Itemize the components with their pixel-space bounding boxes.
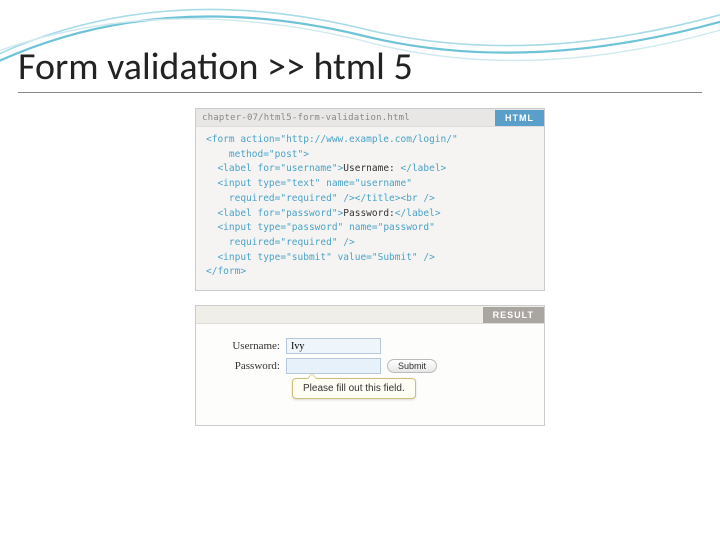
code-line: "text" — [286, 178, 320, 189]
password-input[interactable] — [286, 358, 381, 374]
validation-tooltip-wrap: Please fill out this field. — [292, 378, 528, 399]
code-line: <form action= — [206, 134, 280, 145]
code-line: "password" — [286, 222, 343, 233]
content-panels: chapter-07/html5-form-validation.html HT… — [195, 108, 545, 426]
form-row-username: Username: — [218, 338, 528, 354]
code-line: > — [303, 149, 309, 160]
code-pane-bar: chapter-07/html5-form-validation.html HT… — [196, 109, 544, 127]
code-line: /></title><br /> — [338, 193, 435, 204]
result-pane: RESULT Username: Password: Submit Please… — [195, 305, 545, 426]
code-line: "password" — [378, 222, 435, 233]
code-line: </form> — [206, 266, 246, 277]
result-body: Username: Password: Submit Please fill o… — [196, 324, 544, 405]
validation-tooltip: Please fill out this field. — [292, 378, 416, 399]
code-line: "username" — [355, 178, 412, 189]
code-line: </label> — [401, 163, 447, 174]
code-line: value= — [332, 252, 372, 263]
code-line: <label for= — [206, 163, 280, 174]
result-badge: RESULT — [483, 307, 544, 323]
title-underline — [18, 92, 702, 93]
code-highlight: Username: — [343, 163, 400, 174]
code-line: /> — [338, 237, 355, 248]
code-pane: chapter-07/html5-form-validation.html HT… — [195, 108, 545, 291]
slide-title: Form validation >> html 5 — [18, 44, 413, 90]
code-line: "post" — [269, 149, 303, 160]
code-line: "password" — [280, 208, 337, 219]
code-line: <input type= — [206, 222, 286, 233]
code-line: <input type= — [206, 252, 286, 263]
tooltip-arrow-icon — [307, 373, 317, 379]
result-pane-bar: RESULT — [196, 306, 544, 324]
submit-button[interactable]: Submit — [387, 359, 437, 373]
html-badge: HTML — [495, 110, 544, 126]
code-line: "http://www.example.com/login/" — [280, 134, 457, 145]
form-row-password: Password: Submit — [218, 358, 528, 374]
code-highlight: Password: — [343, 208, 394, 219]
code-line: "Submit" — [372, 252, 418, 263]
code-line: "required" — [280, 237, 337, 248]
code-line: "submit" — [286, 252, 332, 263]
code-line: name= — [320, 178, 354, 189]
username-label: Username: — [218, 340, 286, 352]
password-label: Password: — [218, 360, 286, 372]
code-line: method= — [206, 149, 269, 160]
code-line: <input type= — [206, 178, 286, 189]
code-line: name= — [343, 222, 377, 233]
code-line: required= — [206, 193, 280, 204]
code-line: required= — [206, 237, 280, 248]
username-input[interactable] — [286, 338, 381, 354]
code-line: <label for= — [206, 208, 280, 219]
code-line: /> — [418, 252, 435, 263]
code-line: "username" — [280, 163, 337, 174]
code-line: "required" — [280, 193, 337, 204]
validation-tooltip-text: Please fill out this field. — [303, 383, 405, 394]
code-body: <form action="http://www.example.com/log… — [196, 127, 544, 282]
code-file-path: chapter-07/html5-form-validation.html — [202, 113, 410, 123]
code-line: </label> — [395, 208, 441, 219]
